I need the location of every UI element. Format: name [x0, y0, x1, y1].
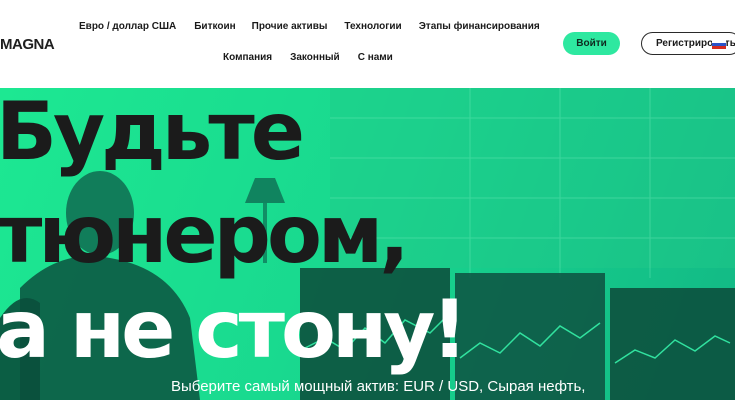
login-button[interactable]: Войти	[563, 32, 620, 55]
nav-link-other-assets[interactable]: Прочие активы	[252, 21, 328, 32]
hero-headline-line-2: тюнером,	[0, 188, 410, 281]
nav-link-bitcoin[interactable]: Биткоин	[194, 21, 235, 32]
russia-flag-icon[interactable]	[712, 40, 726, 49]
nav-link-company[interactable]: Компания	[223, 52, 272, 63]
brand-logo[interactable]: MAGNA	[0, 36, 55, 53]
nav-link-funding-stages[interactable]: Этапы финансирования	[419, 21, 540, 32]
site-header: MAGNA Евро / доллар США Биткоин Прочие а…	[0, 0, 735, 88]
hero-headline-line-3: а не стону!	[0, 283, 468, 376]
secondary-nav: Компания Законный С нами	[223, 52, 393, 63]
hero-headline-line-1: Будьте	[0, 85, 305, 178]
primary-nav: Евро / доллар США Биткоин Прочие активы …	[79, 21, 540, 32]
nav-link-contact[interactable]: С нами	[358, 52, 393, 63]
nav-link-technology[interactable]: Технологии	[344, 21, 401, 32]
nav-link-eurusd[interactable]: Евро / доллар США	[79, 21, 176, 32]
hero-subtitle: Выберите самый мощный актив: EUR / USD, …	[171, 378, 586, 395]
nav-link-legal[interactable]: Законный	[290, 52, 340, 63]
